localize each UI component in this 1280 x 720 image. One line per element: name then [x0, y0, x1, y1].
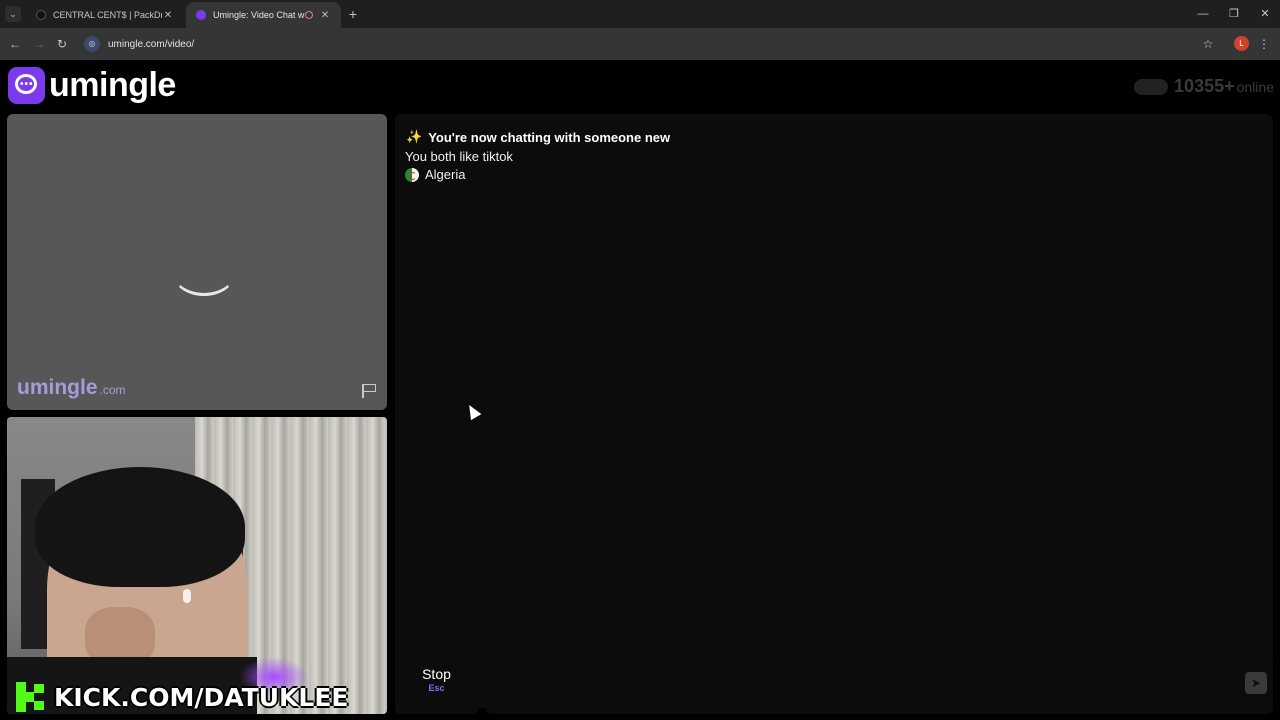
stop-button[interactable]: Stop Esc — [395, 654, 478, 714]
online-count: 10355+ — [1174, 76, 1235, 96]
new-tab-button[interactable]: + — [346, 6, 360, 22]
minimize-button[interactable]: — — [1196, 6, 1210, 22]
tab-title: Umingle: Video Chat with S — [213, 10, 305, 20]
chat-bubble-logo-icon: ••• — [8, 67, 45, 104]
logo-text: umingle — [49, 66, 176, 104]
reload-button[interactable]: ↻ — [54, 36, 70, 52]
tab-search-button[interactable]: ⌄ — [5, 6, 21, 22]
close-tab-icon[interactable]: ✕ — [319, 10, 331, 21]
umingle-watermark: umingle .com — [17, 376, 126, 400]
close-window-button[interactable]: ✕ — [1258, 6, 1272, 22]
stop-label: Stop — [422, 666, 451, 682]
umingle-favicon-icon — [196, 10, 206, 20]
close-tab-icon[interactable]: ✕ — [162, 10, 174, 21]
browser-tab-bar: ⌄ CENTRAL CENT$ | PackDraw ✕ Umingle: Vi… — [0, 0, 1280, 28]
online-label: online — [1236, 78, 1274, 95]
tab-packdraw[interactable]: CENTRAL CENT$ | PackDraw ✕ — [26, 2, 184, 28]
site-info-icon[interactable]: ◎ — [84, 36, 100, 52]
address-bar[interactable]: ◎ umingle.com/video/ — [80, 32, 1228, 56]
stranger-country: Algeria — [405, 167, 465, 182]
algeria-flag-icon — [405, 167, 419, 182]
kick-channel-text: KICK.COM/DATUKLEE — [54, 682, 349, 712]
restore-button[interactable]: ❐ — [1227, 6, 1241, 22]
url-text: umingle.com/video/ — [108, 38, 195, 50]
profile-avatar[interactable]: L — [1234, 36, 1249, 51]
site-logo[interactable]: ••• umingle — [8, 66, 176, 105]
recording-indicator-icon — [305, 11, 313, 19]
online-toggle[interactable] — [1134, 78, 1169, 95]
bookmark-star-icon[interactable]: ☆ — [1200, 36, 1216, 52]
kick-logo-icon — [16, 682, 46, 712]
browser-menu-icon[interactable]: ⋮ — [1258, 36, 1270, 52]
browser-toolbar: ← → ↻ ◎ umingle.com/video/ ☆ L ⋮ — [0, 28, 1280, 60]
tab-umingle[interactable]: Umingle: Video Chat with S ✕ — [186, 2, 341, 28]
watermark-name: umingle — [17, 376, 98, 399]
back-button[interactable]: ← — [7, 36, 23, 52]
stop-shortcut-key: Esc — [428, 683, 445, 693]
sparkles-icon: ✨ — [406, 129, 423, 144]
message-input[interactable] — [486, 654, 1273, 714]
chat-status-message: ✨ You're now chatting with someone new — [406, 129, 670, 145]
chat-status-text: You're now chatting with someone new — [428, 129, 671, 145]
forward-button[interactable]: → — [31, 36, 47, 52]
shared-interest-text: You both like tiktok — [405, 149, 513, 164]
packdraw-favicon-icon — [36, 10, 46, 20]
umingle-page: ••• umingle 10355+ online umingle .com K… — [0, 60, 1280, 720]
stranger-video: umingle .com — [7, 114, 387, 410]
kick-stream-overlay: KICK.COM/DATUKLEE — [16, 682, 348, 712]
loading-spinner-icon — [173, 252, 235, 296]
country-name: Algeria — [425, 167, 466, 182]
online-counter: 10355+ online — [1134, 76, 1274, 97]
chat-panel: ✨ You're now chatting with someone new Y… — [395, 114, 1273, 708]
report-flag-icon[interactable] — [359, 382, 379, 400]
watermark-tld: .com — [99, 383, 126, 397]
send-message-button[interactable]: ➤ — [1245, 672, 1267, 694]
self-camera-video: KICK.COM/DATUKLEE — [7, 417, 387, 714]
tab-title: CENTRAL CENT$ | PackDraw — [53, 10, 162, 20]
